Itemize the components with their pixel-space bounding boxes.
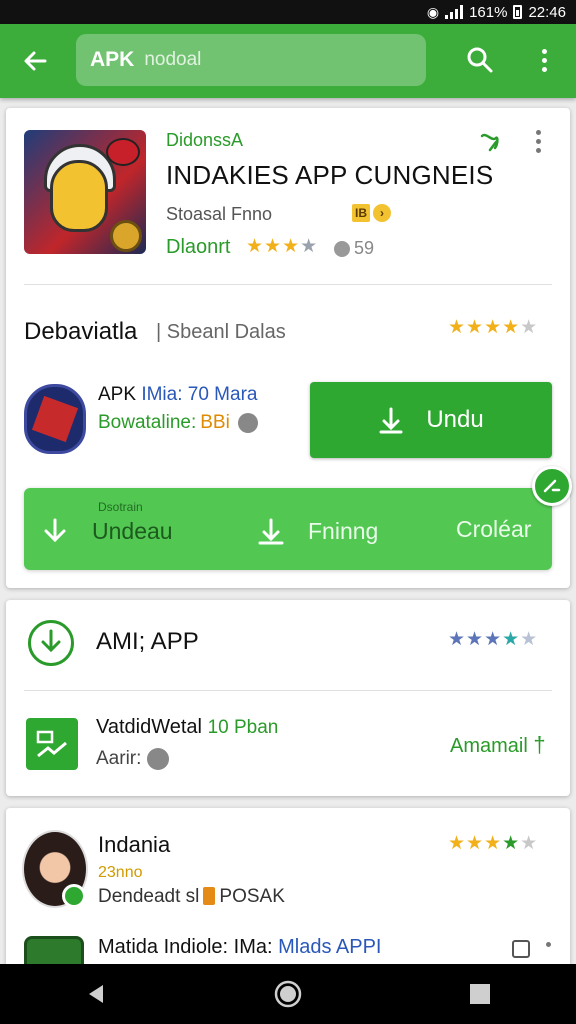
app-list-card: AMI; APP ★★★★★ VatdidWetal 10 Pban Aarir…	[6, 600, 570, 796]
search-bar[interactable]: APK nodoal	[76, 34, 426, 86]
home-circle-icon	[274, 980, 302, 1008]
views-count: 59	[334, 238, 374, 259]
tag-icon	[203, 887, 216, 905]
app-row-title: APK IMia: 70 Mara	[98, 384, 258, 405]
app-list-action[interactable]: Amamail †	[450, 732, 546, 758]
download-circle-icon	[28, 620, 74, 666]
more-vert-icon[interactable]	[546, 942, 551, 947]
notification-icon: ◉	[426, 3, 440, 20]
developer-name[interactable]: DidonssA	[166, 130, 243, 151]
info-icon	[237, 413, 258, 433]
nav-recents-button[interactable]	[450, 964, 510, 1024]
app-list-icon[interactable]	[26, 718, 78, 770]
section-title: Debaviatla	[24, 318, 138, 345]
battery-percent: 161%	[469, 3, 508, 21]
download-icon	[379, 407, 403, 434]
card-title: AMI; APP	[96, 628, 199, 655]
card-rating: ★★★★★	[448, 629, 539, 650]
app-toolbar: APK nodoal	[0, 24, 576, 98]
profile-subtitle: 23nno	[98, 864, 143, 881]
cast-icon[interactable]	[512, 940, 530, 958]
clock: 22:46	[528, 3, 566, 21]
square-recents-icon	[470, 984, 490, 1004]
action-create[interactable]: Croléar	[456, 516, 531, 543]
download-icon	[258, 518, 284, 545]
section-subtitle: | Sbeanl Dalas	[156, 321, 286, 343]
app-list-subtitle: Aarir:	[96, 748, 170, 770]
profile-card: Indania ★★★★★ 23nno Dendeadt sl POSAK Mat…	[6, 808, 570, 976]
info-icon	[147, 748, 170, 770]
arrow-back-icon	[24, 51, 47, 71]
signal-icon	[445, 5, 464, 19]
divider	[24, 284, 552, 285]
search-icon	[467, 47, 493, 73]
wishlist-button[interactable]	[476, 128, 504, 156]
battery-icon	[513, 5, 523, 19]
nav-home-button[interactable]	[258, 964, 318, 1024]
search-button[interactable]	[458, 38, 502, 82]
apk-logo: APK	[90, 46, 143, 71]
discount-label: Dlaonrt	[166, 236, 231, 258]
edit-button[interactable]	[532, 466, 572, 506]
action-bar: Dsotrain Undeau Fninng Croléar	[24, 466, 572, 570]
profile-meta: Dendeadt sl POSAK	[98, 886, 285, 907]
action-bar-caption: Dsotrain	[98, 500, 143, 514]
featured-app-card: DidonssA INDAKIES APP CUNGNEIS Stoasal F…	[6, 108, 572, 588]
back-button[interactable]	[0, 24, 70, 98]
install-button[interactable]: Undu	[310, 382, 552, 458]
app-list-title: VatdidWetal 10 Pban	[96, 716, 279, 738]
section-rating: ★★★★★	[448, 317, 539, 338]
content-tag: IB ›	[352, 204, 391, 222]
divider	[24, 690, 552, 691]
arrow-down-icon	[44, 518, 66, 543]
eye-icon	[334, 240, 350, 257]
status-bar: ◉ 161% 22:46	[0, 0, 576, 24]
overflow-menu-button[interactable]	[522, 38, 566, 82]
tag-icon: ›	[373, 204, 391, 222]
nav-back-button[interactable]	[66, 964, 126, 1024]
profile-name[interactable]: Indania	[98, 832, 170, 858]
install-label: Undu	[426, 406, 484, 433]
system-nav-bar	[0, 964, 576, 1024]
action-download[interactable]: Undeau	[40, 516, 173, 546]
card-menu-button[interactable]	[536, 130, 541, 153]
action-running[interactable]: Fninng	[256, 516, 378, 546]
app-row-icon[interactable]	[24, 384, 86, 454]
profile-app-title: Matida Indiole: IMa: Mlads APPI	[98, 936, 382, 958]
app-row-subtitle: Bowataline: BBi	[98, 412, 258, 434]
verified-badge-icon	[62, 884, 86, 908]
discount-rating: ★★★★	[246, 236, 319, 257]
more-vert-icon	[536, 130, 541, 135]
more-vert-icon	[541, 48, 547, 54]
search-input[interactable]: nodoal	[144, 49, 201, 71]
app-subtitle: Stoasal Fnno	[166, 204, 273, 224]
bookmark-icon	[480, 133, 499, 152]
featured-app-icon[interactable]	[24, 130, 146, 254]
chart-icon	[36, 730, 67, 758]
profile-rating: ★★★★★	[448, 833, 539, 854]
app-title: INDAKIES APP CUNGNEIS	[166, 160, 494, 190]
pencil-icon	[543, 479, 561, 493]
triangle-back-icon	[89, 985, 103, 1003]
